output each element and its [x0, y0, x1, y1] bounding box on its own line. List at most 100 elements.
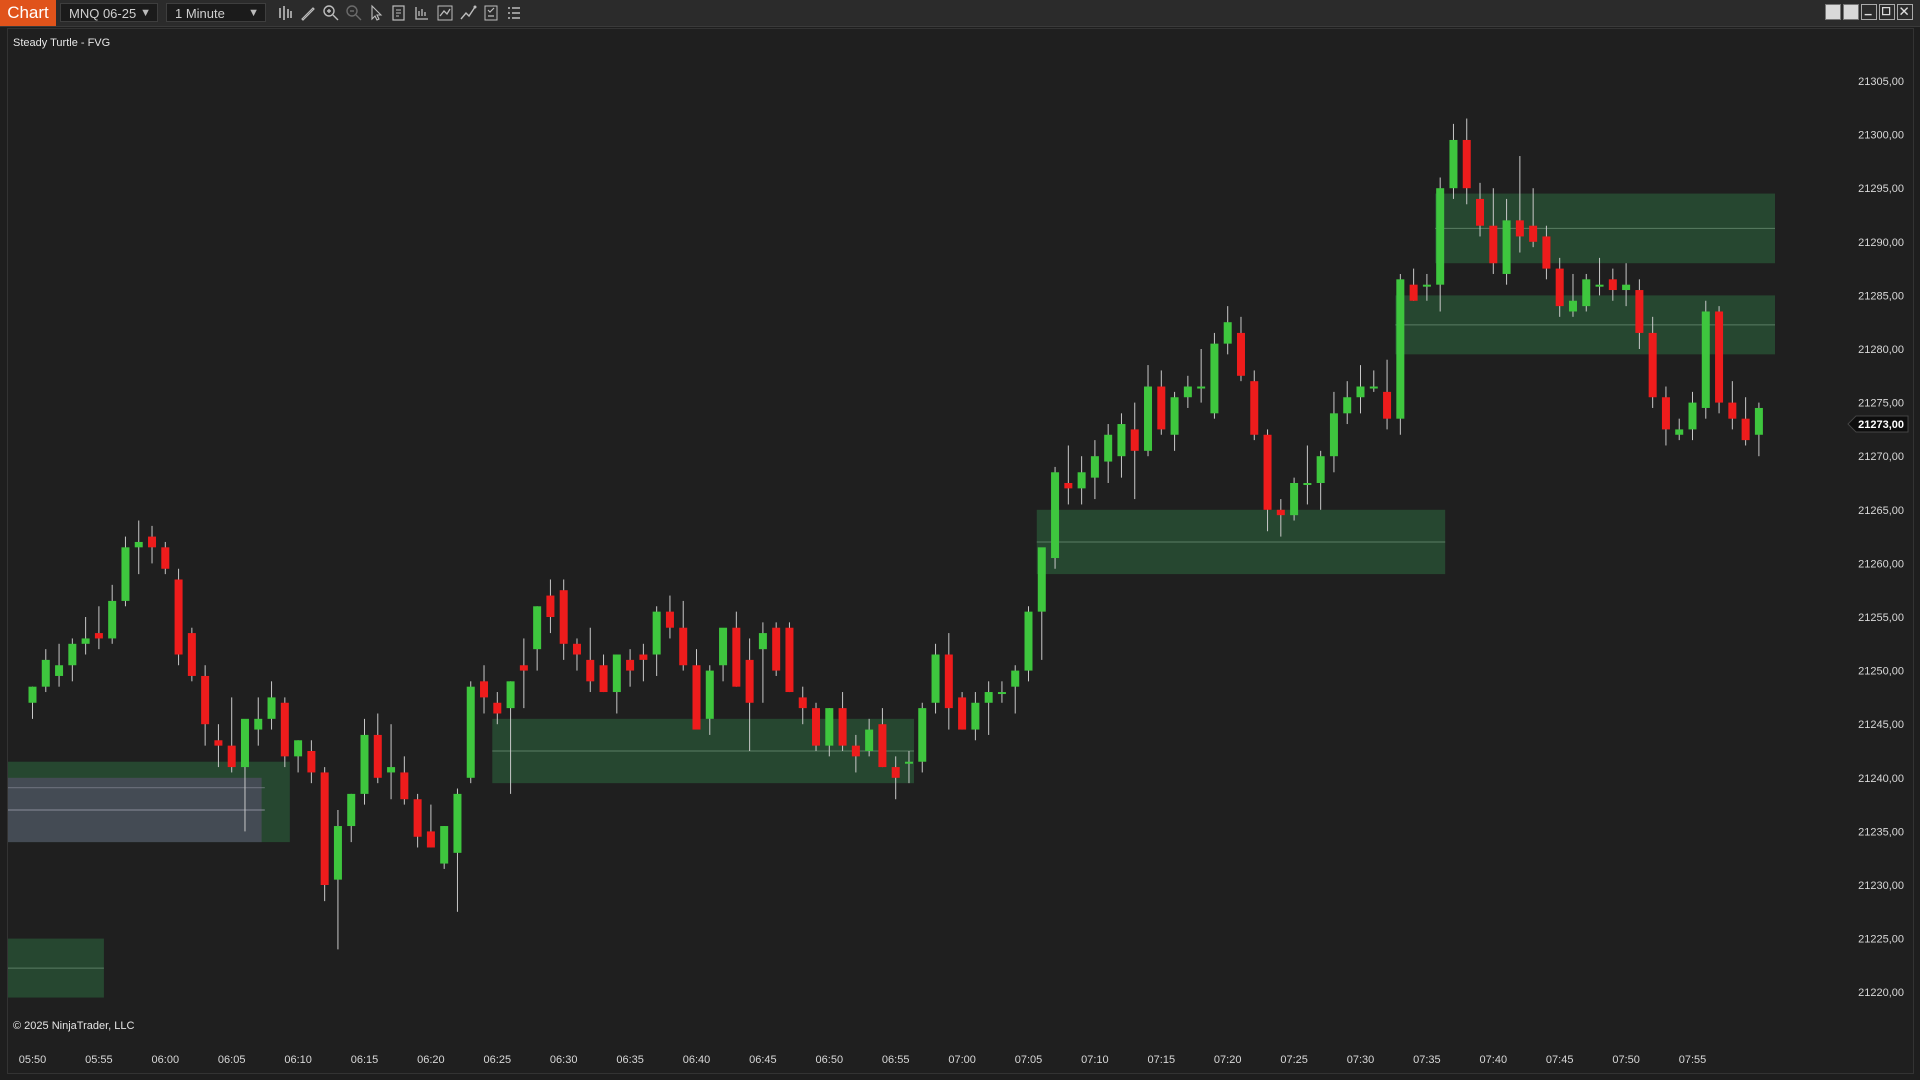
candle-up [68, 643, 77, 666]
candle-up [1436, 188, 1445, 285]
copyright-notice: © 2025 NinjaTrader, LLC [13, 1020, 135, 1032]
candle-down [214, 740, 223, 746]
candle-up [267, 697, 276, 719]
x-axis-label: 06:35 [616, 1054, 644, 1066]
y-axis-label: 21290,00 [1858, 237, 1904, 249]
candle-down [280, 702, 289, 757]
candle-up [1582, 279, 1591, 307]
candle-down [1130, 429, 1139, 451]
y-axis-label: 21225,00 [1858, 934, 1904, 946]
candle-up [1170, 397, 1179, 435]
candle-up [719, 627, 728, 666]
y-axis-label: 21235,00 [1858, 826, 1904, 838]
candle-up [1104, 434, 1113, 462]
candle-up [1210, 343, 1219, 414]
candle-up [825, 708, 834, 746]
candle-up [533, 606, 542, 650]
candle-down [1276, 509, 1285, 516]
candle-up [1701, 311, 1710, 408]
y-axis-label: 21260,00 [1858, 558, 1904, 570]
candle-down [559, 590, 568, 644]
x-axis-label: 07:25 [1280, 1054, 1308, 1066]
x-axis-label: 06:10 [284, 1054, 312, 1066]
x-axis-label: 06:25 [484, 1054, 512, 1066]
candle-down [1661, 397, 1670, 430]
candle-down [1157, 386, 1166, 430]
x-axis-label: 06:00 [152, 1054, 180, 1066]
candle-up [360, 734, 369, 794]
candle-down [599, 665, 608, 693]
y-axis-label: 21280,00 [1858, 344, 1904, 356]
x-axis-label: 06:05 [218, 1054, 246, 1066]
candle-down [1728, 402, 1737, 419]
x-axis-label: 05:50 [19, 1054, 47, 1066]
candle-up [1343, 397, 1352, 414]
candle-down [1383, 391, 1392, 419]
x-axis-label: 06:15 [351, 1054, 379, 1066]
candle-down [679, 627, 688, 666]
candle-up [1197, 386, 1206, 389]
candle-down [1648, 332, 1657, 398]
y-axis-label: 21305,00 [1858, 76, 1904, 88]
candle-down [187, 633, 196, 676]
candle-up [652, 611, 661, 655]
candle-down [812, 708, 821, 746]
x-axis-label: 07:05 [1015, 1054, 1043, 1066]
y-axis-label: 21245,00 [1858, 719, 1904, 731]
candle-up [612, 654, 621, 693]
candle-down [1741, 418, 1750, 441]
candle-up [1595, 284, 1604, 287]
candle-down [174, 579, 183, 655]
candle-up [453, 793, 462, 853]
x-axis-label: 07:45 [1546, 1054, 1574, 1066]
x-axis-label: 07:55 [1679, 1054, 1707, 1066]
candle-down [1542, 236, 1551, 269]
candle-up [1090, 456, 1099, 478]
candle-up [108, 600, 117, 639]
candle-down [1608, 279, 1617, 291]
x-axis-label: 06:40 [683, 1054, 711, 1066]
y-axis-label: 21265,00 [1858, 505, 1904, 517]
y-axis-label: 21240,00 [1858, 773, 1904, 785]
candle-down [732, 627, 741, 687]
candle-down [373, 734, 382, 778]
candle-down [493, 702, 502, 714]
candle-down [1064, 483, 1073, 489]
x-axis-label: 07:30 [1347, 1054, 1375, 1066]
candle-down [692, 665, 701, 730]
candle-down [586, 659, 595, 682]
candle-up [758, 633, 767, 650]
candle-up [1077, 472, 1086, 489]
candle-up [1117, 424, 1126, 457]
y-axis-label: 21220,00 [1858, 987, 1904, 999]
candle-down [161, 547, 170, 569]
candle-up [1051, 472, 1060, 559]
candle-up [81, 638, 90, 644]
candle-up [41, 659, 50, 687]
candle-down [838, 708, 847, 746]
candle-up [1144, 386, 1153, 451]
candle-down [878, 724, 887, 768]
y-axis-label: 21250,00 [1858, 666, 1904, 678]
x-axis-label: 07:20 [1214, 1054, 1242, 1066]
x-axis-label: 05:55 [85, 1054, 113, 1066]
y-axis-label: 21230,00 [1858, 880, 1904, 892]
candle-up [1024, 611, 1033, 671]
candle-up [1011, 670, 1020, 687]
candle-down [665, 611, 674, 628]
x-axis-label: 07:00 [948, 1054, 976, 1066]
candle-up [254, 718, 263, 730]
candle-down [1263, 434, 1272, 510]
candle-up [240, 718, 249, 768]
x-axis-label: 06:55 [882, 1054, 910, 1066]
price-chart[interactable]: 21305,00 21300,00 21295,00 21290,00 21285,00… [0, 0, 1920, 1080]
candle-down [772, 627, 781, 671]
candle-down [1462, 139, 1471, 189]
candle-down [1409, 284, 1418, 301]
x-axis-label: 07:35 [1413, 1054, 1441, 1066]
y-axis-label: 21275,00 [1858, 398, 1904, 410]
candle-up [1369, 386, 1378, 389]
candle-down [227, 745, 236, 768]
candle-down [94, 633, 103, 639]
candle-up [705, 670, 714, 719]
